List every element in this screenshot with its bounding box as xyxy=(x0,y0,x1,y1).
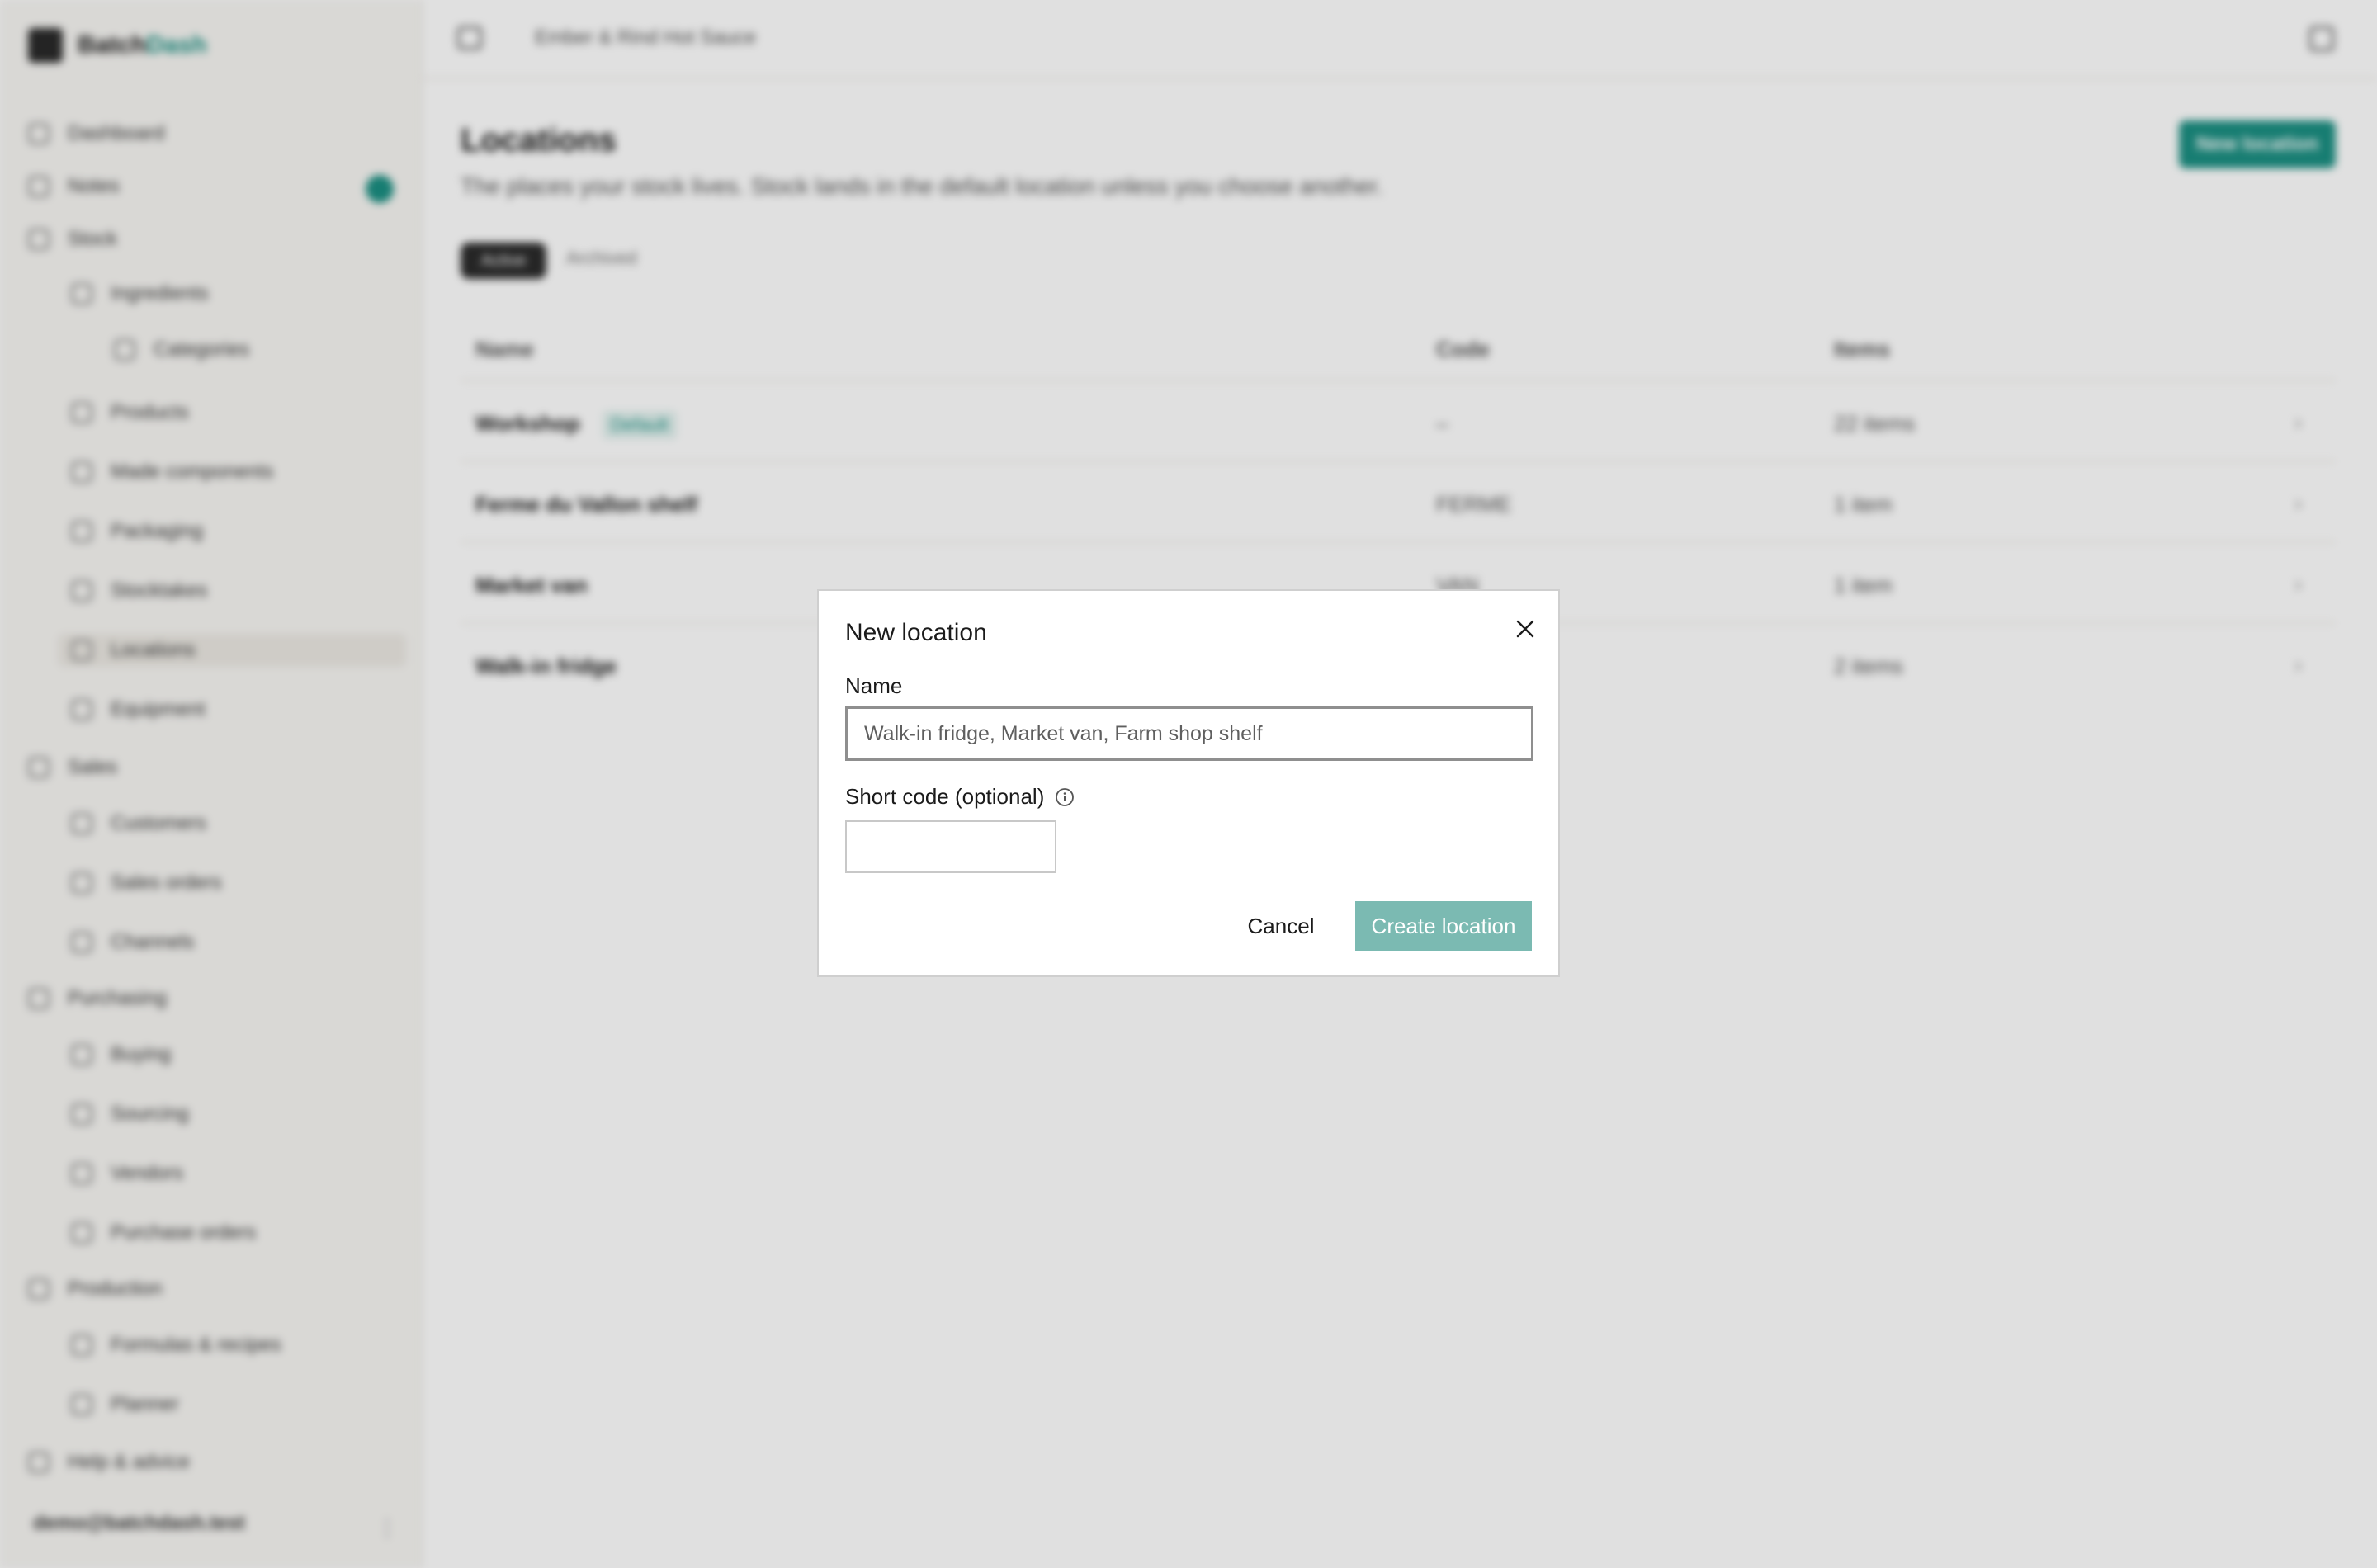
dialog-title: New location xyxy=(845,619,987,646)
name-input[interactable] xyxy=(845,706,1533,761)
create-location-button[interactable]: Create location xyxy=(1355,901,1532,951)
name-label: Name xyxy=(845,673,903,698)
close-icon[interactable] xyxy=(1510,614,1540,644)
info-icon[interactable] xyxy=(1055,787,1075,807)
short-code-input[interactable] xyxy=(845,820,1056,873)
new-location-dialog: New location Name Short code (optional) … xyxy=(817,589,1560,977)
short-code-label: Short code (optional) xyxy=(845,784,1045,809)
cancel-button[interactable]: Cancel xyxy=(1231,901,1330,951)
